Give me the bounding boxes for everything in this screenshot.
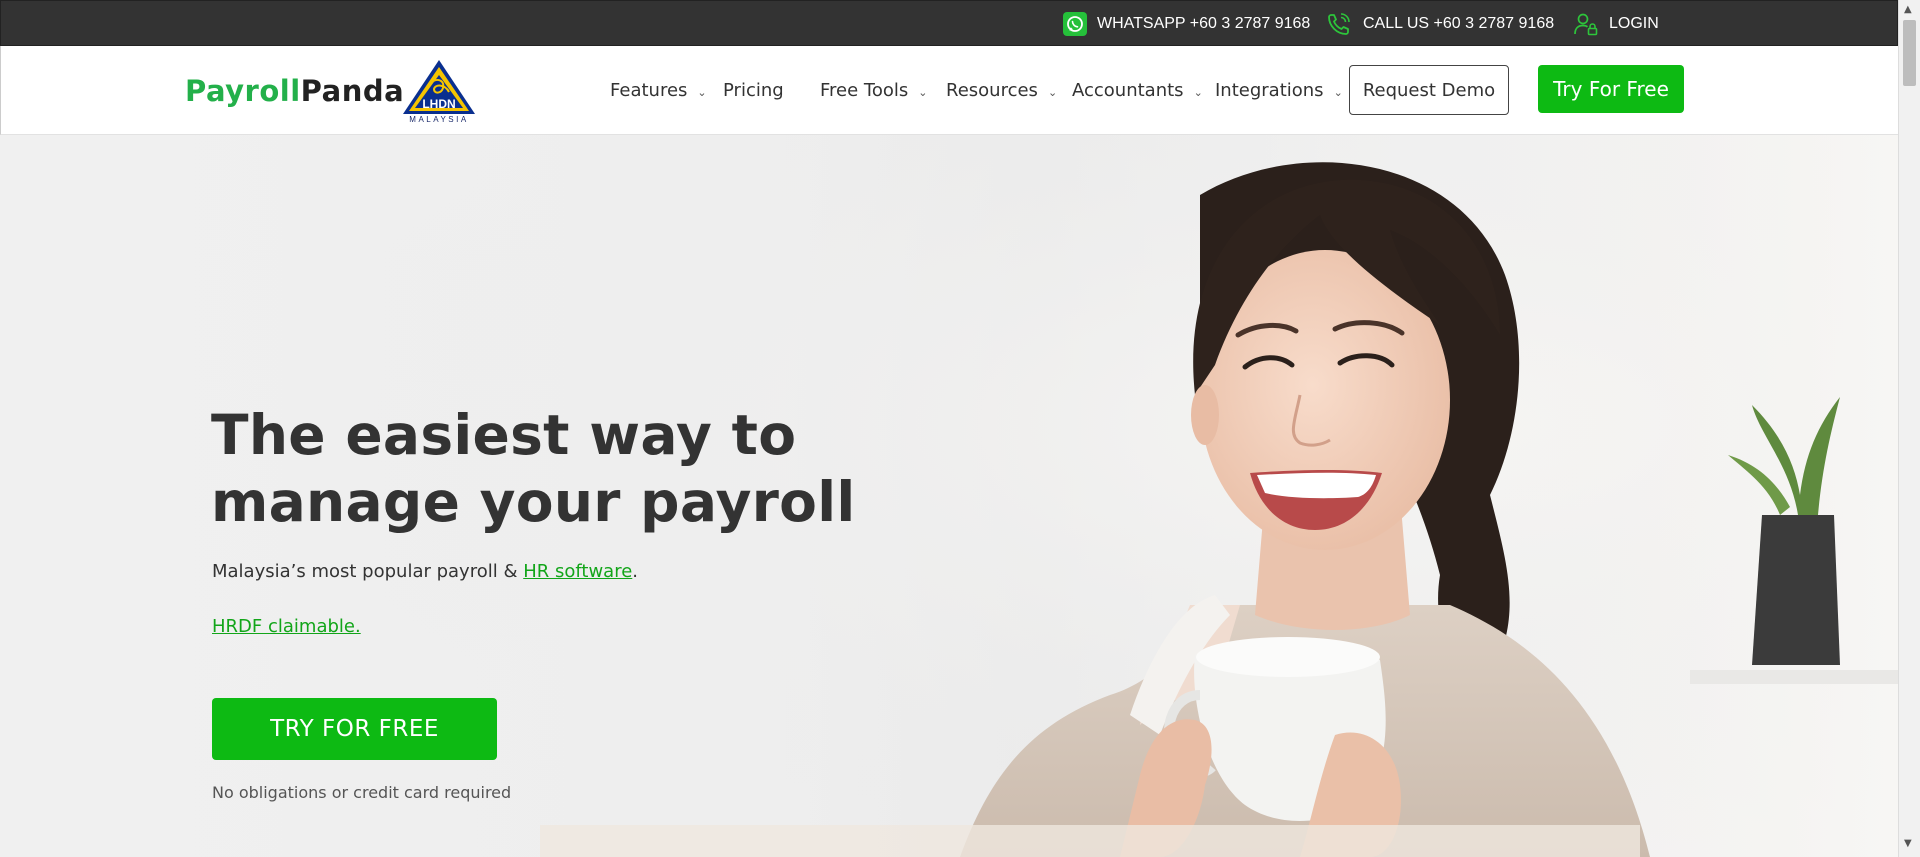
lhdn-badge-text: LHDN xyxy=(422,97,455,111)
whatsapp-label: WHATSAPP +60 3 2787 9168 xyxy=(1097,15,1311,32)
hr-software-link[interactable]: HR software xyxy=(523,561,632,582)
nav-pricing[interactable]: Pricing xyxy=(723,46,784,135)
call-us-label: CALL US +60 3 2787 9168 xyxy=(1363,15,1555,32)
nav-integrations[interactable]: Integrations ⌄ xyxy=(1215,46,1343,135)
nav-resources-label: Resources xyxy=(946,80,1038,101)
login-link[interactable]: LOGIN xyxy=(1573,1,1659,47)
nav-features-label: Features xyxy=(610,80,688,101)
lhdn-badge-icon: LHDN MALAYSIA xyxy=(403,60,475,124)
hero-subtitle-prefix: Malaysia’s most popular payroll & xyxy=(212,561,524,582)
chevron-down-icon: ⌄ xyxy=(1193,86,1203,99)
nav-free-tools[interactable]: Free Tools ⌄ xyxy=(820,46,927,135)
chevron-down-icon: ⌄ xyxy=(1333,86,1343,99)
try-for-free-hero-button[interactable]: TRY FOR FREE xyxy=(212,698,497,760)
site-header: Payroll Panda LHDN MALAYSIA Features ⌄ Pr… xyxy=(0,46,1898,135)
call-us-link[interactable]: CALL US +60 3 2787 9168 xyxy=(1327,1,1554,47)
logo-text-payroll: Payroll xyxy=(185,74,301,108)
cta-note: No obligations or credit card required xyxy=(212,783,512,802)
payrollpanda-logo[interactable]: Payroll Panda xyxy=(185,56,404,126)
nav-integrations-label: Integrations xyxy=(1215,80,1324,101)
nav-resources[interactable]: Resources ⌄ xyxy=(946,46,1057,135)
scrollbar-thumb[interactable] xyxy=(1903,20,1916,86)
page-scrollbar[interactable]: ▲ ▼ xyxy=(1898,0,1920,857)
try-for-free-header-button[interactable]: Try For Free xyxy=(1538,65,1684,113)
logo-text-panda: Panda xyxy=(300,74,405,108)
nav-features[interactable]: Features ⌄ xyxy=(610,46,707,135)
whatsapp-link[interactable]: WHATSAPP +60 3 2787 9168 xyxy=(1063,1,1310,47)
lhdn-badge-subtext: MALAYSIA xyxy=(409,115,468,124)
chevron-down-icon: ⌄ xyxy=(918,86,928,99)
phone-icon xyxy=(1328,13,1350,35)
nav-accountants-label: Accountants xyxy=(1072,80,1184,101)
scroll-up-arrow-icon[interactable]: ▲ xyxy=(1904,4,1912,15)
hrdf-claimable-link[interactable]: HRDF claimable. xyxy=(212,616,361,637)
hero-subtitle: Malaysia’s most popular payroll & HR sof… xyxy=(212,561,638,582)
user-lock-icon xyxy=(1574,13,1598,36)
hero-title: The easiest way to manage your payroll xyxy=(211,403,856,534)
nav-free-tools-label: Free Tools xyxy=(820,80,909,101)
hero-subtitle-suffix: . xyxy=(632,561,639,582)
nav-pricing-label: Pricing xyxy=(723,80,784,101)
scroll-down-arrow-icon[interactable]: ▼ xyxy=(1904,838,1912,849)
hero-section: The easiest way to manage your payroll M… xyxy=(0,135,1898,857)
top-contact-bar: WHATSAPP +60 3 2787 9168 CALL US +60 3 2… xyxy=(0,0,1898,46)
chevron-down-icon: ⌄ xyxy=(1047,86,1058,99)
chevron-down-icon: ⌄ xyxy=(697,86,707,99)
nav-accountants[interactable]: Accountants ⌄ xyxy=(1072,46,1203,135)
login-label: LOGIN xyxy=(1609,15,1659,32)
request-demo-button[interactable]: Request Demo xyxy=(1349,65,1509,115)
whatsapp-icon xyxy=(1063,12,1087,36)
